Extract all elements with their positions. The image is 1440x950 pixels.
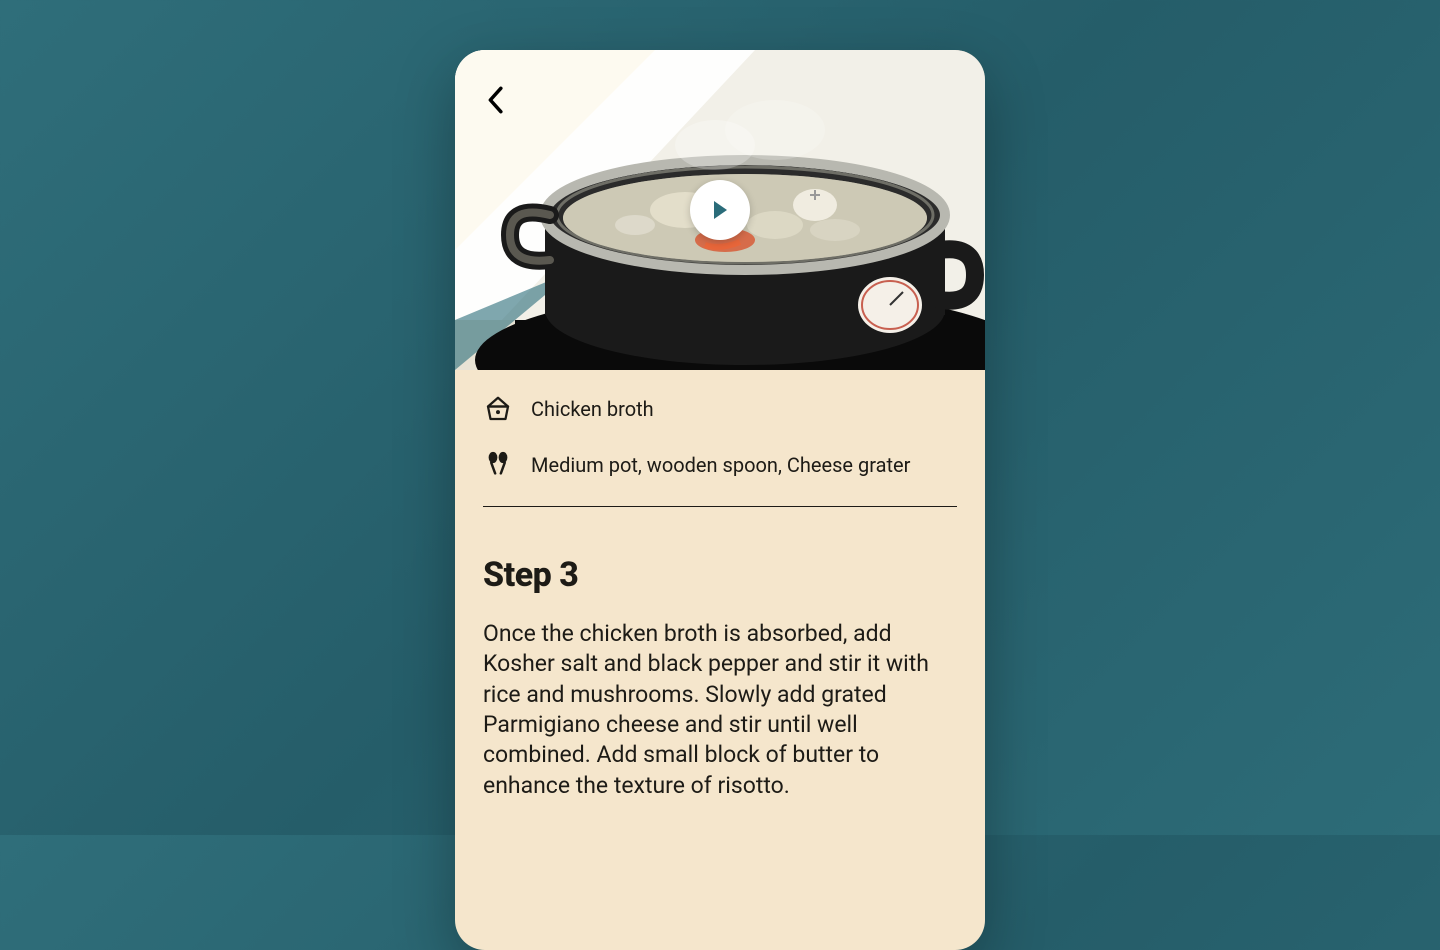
ingredient-row: Chicken broth xyxy=(483,394,957,424)
step-title: Step 3 xyxy=(483,555,957,595)
chevron-left-icon xyxy=(484,86,506,114)
content-area: Chicken broth Medium pot, wooden spoon, … xyxy=(455,370,985,825)
utensils-icon xyxy=(483,450,513,480)
recipe-step-card: Chicken broth Medium pot, wooden spoon, … xyxy=(455,50,985,950)
divider xyxy=(483,506,957,507)
ingredient-text: Chicken broth xyxy=(531,397,654,421)
tools-row: Medium pot, wooden spoon, Cheese grater xyxy=(483,450,957,480)
step-body: Once the chicken broth is absorbed, add … xyxy=(483,619,957,801)
play-icon xyxy=(710,199,730,221)
play-button[interactable] xyxy=(690,180,750,240)
back-button[interactable] xyxy=(477,82,513,118)
hero-video-area xyxy=(455,50,985,370)
tools-text: Medium pot, wooden spoon, Cheese grater xyxy=(531,453,910,477)
basket-icon xyxy=(483,394,513,424)
